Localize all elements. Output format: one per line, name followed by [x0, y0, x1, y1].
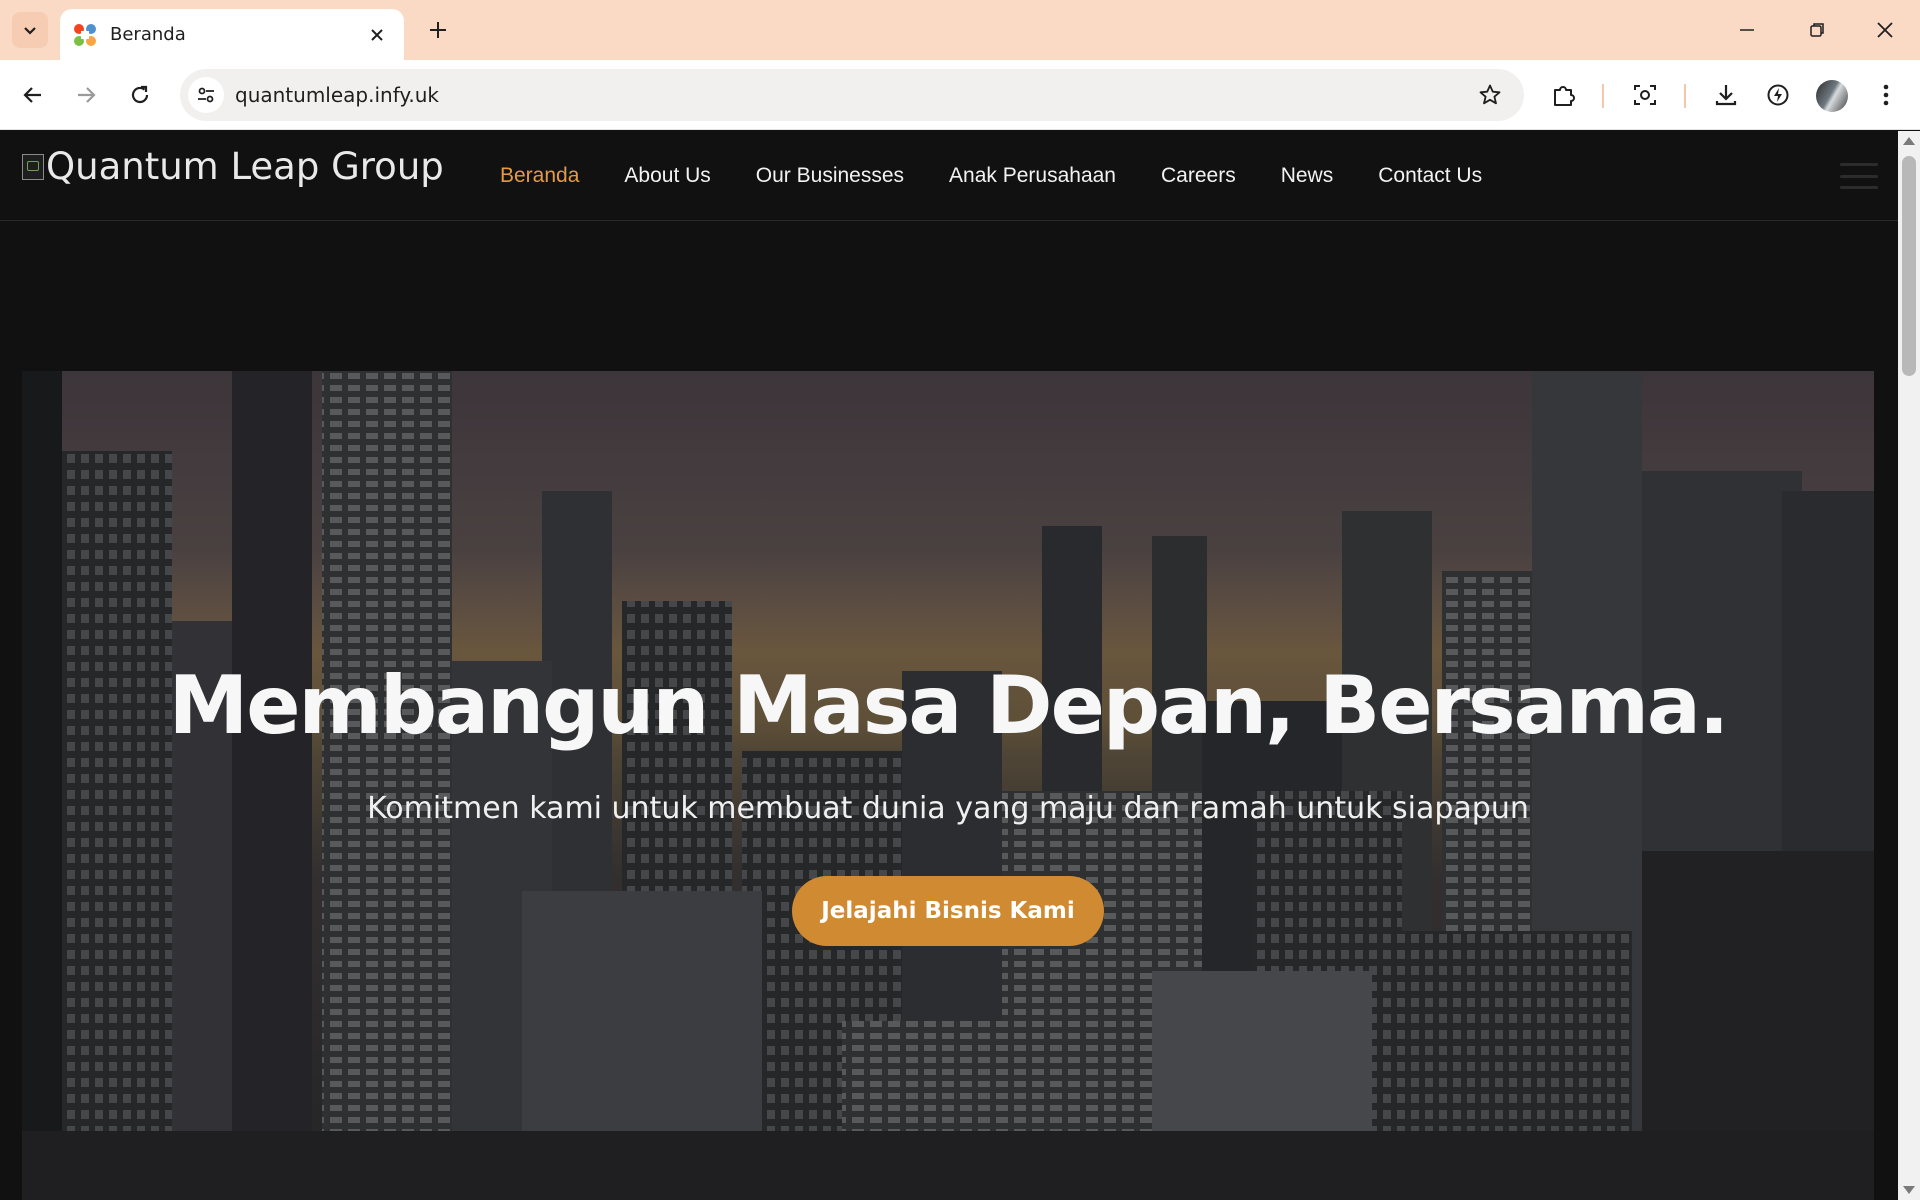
restore-button[interactable]: [1782, 0, 1852, 60]
browser-menu-button[interactable]: [1868, 77, 1904, 113]
extensions-button[interactable]: [1546, 77, 1582, 113]
puzzle-icon: [1554, 86, 1575, 106]
site-info-button[interactable]: [188, 77, 224, 113]
forward-button[interactable]: [66, 75, 106, 115]
plus-icon: [430, 22, 446, 38]
explore-businesses-button[interactable]: Jelajahi Bisnis Kami: [792, 876, 1104, 946]
hero-subtitle: Komitmen kami untuk membuat dunia yang m…: [367, 791, 1529, 826]
download-icon: [1715, 85, 1737, 106]
tab-close-button[interactable]: [364, 22, 390, 48]
hamburger-line: [1840, 174, 1878, 178]
nav-item-news: News: [1281, 164, 1334, 188]
hero-title: Membangun Masa Depan, Bersama.: [168, 659, 1730, 752]
hamburger-menu-button[interactable]: [1840, 163, 1878, 189]
downloads-button[interactable]: [1708, 77, 1744, 113]
nav-link-careers[interactable]: Careers: [1161, 164, 1236, 187]
toolbar-separator: [1684, 84, 1686, 108]
lightning-icon: [1767, 84, 1789, 106]
site-logo[interactable]: Quantum Leap Group: [22, 145, 444, 188]
nav-item-careers: Careers: [1161, 164, 1236, 188]
hero-section: Membangun Masa Depan, Bersama. Komitmen …: [22, 371, 1874, 1200]
nav-link-anak-perusahaan[interactable]: Anak Perusahaan: [949, 164, 1116, 187]
url-text: quantumleap.infy.uk: [235, 83, 439, 107]
main-nav: Beranda About Us Our Businesses Anak Per…: [500, 164, 1482, 188]
browser-toolbar: quantumleap.infy.uk: [0, 60, 1920, 130]
nav-item-about-us: About Us: [624, 164, 710, 188]
minimize-button[interactable]: [1712, 0, 1782, 60]
close-icon: [1877, 22, 1893, 38]
site-header: Quantum Leap Group Beranda About Us Our …: [0, 131, 1898, 221]
camera-search-icon: [1634, 85, 1656, 105]
nav-link-news[interactable]: News: [1281, 164, 1334, 187]
nav-link-about-us[interactable]: About Us: [624, 164, 710, 187]
hamburger-line: [1840, 163, 1878, 166]
nav-link-beranda[interactable]: Beranda: [500, 164, 579, 187]
scroll-up-arrow-icon[interactable]: [1903, 137, 1915, 145]
hero-overlay: [22, 371, 1874, 1200]
web-page: Quantum Leap Group Beranda About Us Our …: [0, 131, 1898, 1200]
more-vert-icon: [1883, 84, 1889, 106]
new-tab-button[interactable]: [420, 12, 456, 48]
address-bar[interactable]: quantumleap.infy.uk: [180, 69, 1524, 121]
reload-icon: [131, 85, 149, 104]
scroll-thumb[interactable]: [1902, 156, 1916, 376]
chevron-down-icon: [24, 27, 36, 35]
restore-icon: [1810, 23, 1824, 37]
nav-item-beranda: Beranda: [500, 164, 579, 188]
arrow-left-icon: [23, 87, 41, 103]
tab-search-button[interactable]: [12, 12, 48, 48]
nav-item-contact-us: Contact Us: [1378, 164, 1482, 188]
back-button[interactable]: [13, 75, 53, 115]
nav-item-anak-perusahaan: Anak Perusahaan: [949, 164, 1116, 188]
avatar[interactable]: [1816, 80, 1848, 112]
arrow-right-icon: [78, 87, 96, 103]
star-icon: [1479, 84, 1501, 105]
joomla-favicon-icon: [74, 23, 96, 46]
browser-tab[interactable]: Beranda: [60, 9, 404, 60]
performance-button[interactable]: [1760, 77, 1796, 113]
toolbar-separator: [1602, 84, 1604, 108]
scroll-down-arrow-icon[interactable]: [1903, 1186, 1915, 1194]
minimize-icon: [1740, 29, 1754, 31]
screenshot-search-button[interactable]: [1627, 77, 1663, 113]
nav-item-our-businesses: Our Businesses: [756, 164, 904, 188]
nav-link-our-businesses[interactable]: Our Businesses: [756, 164, 904, 187]
page-scrollbar[interactable]: [1898, 131, 1920, 1200]
broken-image-icon: [22, 153, 44, 180]
tune-icon: [198, 87, 214, 103]
tab-title: Beranda: [110, 24, 186, 45]
tab-strip: Beranda: [0, 0, 1920, 60]
logo-text: Quantum Leap Group: [46, 145, 444, 188]
reload-button[interactable]: [120, 75, 160, 115]
nav-link-contact-us[interactable]: Contact Us: [1378, 164, 1482, 187]
close-icon: [371, 28, 383, 41]
hamburger-line: [1840, 186, 1878, 189]
bookmark-button[interactable]: [1476, 81, 1504, 109]
close-window-button[interactable]: [1850, 0, 1920, 60]
